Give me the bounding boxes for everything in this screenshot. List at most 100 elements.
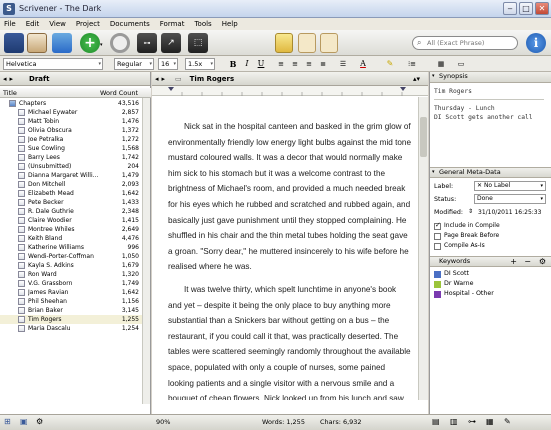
binder-row[interactable]: Pete Becker 1,433 [0,198,143,207]
keywords-header[interactable]: Keywords + − ⚙ [430,256,551,267]
highlight-icon[interactable]: ✎ [384,58,396,70]
image-icon[interactable]: ▭ [455,58,467,70]
compile-asis-checkbox[interactable] [434,243,441,250]
text-color-icon[interactable]: A [357,58,369,70]
synopsis-area[interactable]: Tim Rogers Thursday - Lunch DI Scott get… [430,83,551,167]
view-corkboard-icon[interactable] [298,33,316,53]
binder-row[interactable]: Dianna Margaret Willi... 1,479 [0,171,143,180]
binder-row[interactable]: Tim Rogers 1,255 [0,315,143,324]
zoom-level[interactable]: 90% [156,418,170,426]
include-compile-checkbox[interactable]: ✓ [434,221,441,230]
scroll-thumb[interactable] [420,117,427,157]
keyword-item[interactable]: DI Scott [444,270,469,277]
binder-row[interactable]: Chapters 43,516 [0,99,143,108]
italic-button[interactable]: I [241,58,253,70]
paragraph[interactable]: Nick sat in the hospital canteen and bas… [168,119,412,275]
search-input[interactable] [427,38,515,48]
binder-row[interactable]: (Unsubmitted) 204 [0,162,143,171]
view-outline-icon[interactable] [320,33,338,53]
snapshot-icon[interactable]: ▦ [486,417,494,426]
nav-forward-icon[interactable]: ▸ [10,75,14,83]
binder-row[interactable]: Michael Eywater 2,857 [0,108,143,117]
keyword-item[interactable]: Dr Warne [444,280,473,287]
trash-icon[interactable] [110,33,130,53]
add-icon[interactable]: ⊞ [4,417,11,426]
binder-row[interactable]: Keith Bland 4,476 [0,234,143,243]
menu-help[interactable]: Help [222,20,238,28]
binder-row[interactable]: Ron Ward 1,320 [0,270,143,279]
search-box[interactable]: ⌕ [412,36,518,50]
binder-row[interactable]: Montree Whiles 2,649 [0,225,143,234]
synopsis-header[interactable]: ▾ Synopsis [430,72,551,83]
add-dropdown-icon[interactable]: ▾ [100,42,103,48]
inspector-info-icon[interactable]: i [526,33,546,53]
compose-mode-icon[interactable]: ↗ [161,33,181,53]
menu-edit[interactable]: Edit [26,20,40,28]
col-wordcount[interactable]: Word Count [100,89,138,97]
maximize-button[interactable]: □ [519,2,533,15]
nav-back-icon[interactable]: ◂ [3,75,7,83]
editor-scrollbar[interactable] [418,97,428,400]
modified-stepper-icon[interactable]: ⇕ [468,208,473,215]
binder-row[interactable]: Katherine Williams 996 [0,243,143,252]
page-break-checkbox[interactable] [434,233,441,240]
status-select[interactable]: Done ▾ [474,194,546,204]
align-justify-icon[interactable]: ≣ [317,58,329,70]
nav-up-icon[interactable]: ▴▾ [413,75,420,83]
align-left-icon[interactable]: ≡ [275,58,287,70]
menu-documents[interactable]: Documents [110,20,150,28]
binder-row[interactable]: V.G. Grassborn 1,749 [0,279,143,288]
settings-icon[interactable]: ⚙ [36,417,43,426]
nav-back-icon[interactable]: ◂ [155,75,159,83]
binder-row[interactable]: Matt Tobin 1,476 [0,117,143,126]
binder-row[interactable]: Claire Woodier 1,415 [0,216,143,225]
menu-format[interactable]: Format [160,20,185,28]
close-button[interactable]: ✕ [535,2,549,15]
synopsis-line[interactable]: DI Scott gets another call [434,114,533,121]
keywords-icon[interactable]: ⊶ [137,33,157,53]
list-icon[interactable]: ⁝≡ [406,58,418,70]
notes-icon[interactable]: ▤ [432,417,440,426]
menu-project[interactable]: Project [76,20,100,28]
synopsis-line[interactable]: Thursday - Lunch [434,105,495,112]
font-style-select[interactable]: Regular ▾ [114,58,154,70]
paragraph[interactable]: It was twelve thirty, which spelt luncht… [168,282,412,400]
font-size-select[interactable]: 16 ▾ [158,58,178,70]
binder-toggle-icon[interactable] [4,33,24,53]
line-spacing-icon[interactable]: ☰ [337,58,349,70]
compile-icon[interactable]: ⬚ [188,33,208,53]
binder-scrollbar[interactable] [142,98,150,404]
align-center-icon[interactable]: ≡ [289,58,301,70]
align-right-icon[interactable]: ≡ [303,58,315,70]
editor-text[interactable]: Nick sat in the hospital canteen and bas… [168,119,412,400]
binder-row[interactable]: James Ravian 1,642 [0,288,143,297]
synopsis-title[interactable]: Tim Rogers [434,88,472,95]
col-title[interactable]: Title [3,89,17,97]
comments-icon[interactable]: ✎ [504,417,511,426]
corkboard-icon[interactable] [27,33,47,53]
binder-row[interactable]: Kayla S. Adkins 1,679 [0,261,143,270]
minimize-button[interactable]: ‒ [503,2,517,15]
binder-row[interactable]: Don Mitchell 2,093 [0,180,143,189]
binder-row[interactable]: Sue Cowling 1,568 [0,144,143,153]
remove-keyword-icon[interactable]: − [524,257,531,266]
binder-row[interactable]: Maria Dascalu 1,254 [0,324,143,333]
metadata-header[interactable]: ▾ General Meta-Data [430,167,551,178]
menu-file[interactable]: File [4,20,16,28]
binder-row[interactable]: Joe Petralka 1,272 [0,135,143,144]
label-select[interactable]: ✕ No Label ▾ [474,181,546,191]
menu-view[interactable]: View [49,20,66,28]
nav-forward-icon[interactable]: ▸ [162,75,166,83]
binder-row[interactable]: Brian Baker 3,145 [0,306,143,315]
references-icon[interactable]: ▥ [450,417,458,426]
add-document-icon[interactable]: + [80,33,100,53]
add-keyword-icon[interactable]: + [510,257,517,266]
binder-row[interactable]: Elizabeth Mead 1,642 [0,189,143,198]
view-single-icon[interactable] [275,33,293,53]
folder-icon[interactable] [52,33,72,53]
binder-row[interactable]: Phil Sheehan 1,156 [0,297,143,306]
font-family-select[interactable]: Helvetica ▾ [3,58,103,70]
keyword-settings-icon[interactable]: ⚙ [539,257,546,266]
keyword-item[interactable]: Hospital - Other [444,290,494,297]
binder-row[interactable]: Wendi-Porter-Coffman 1,050 [0,252,143,261]
